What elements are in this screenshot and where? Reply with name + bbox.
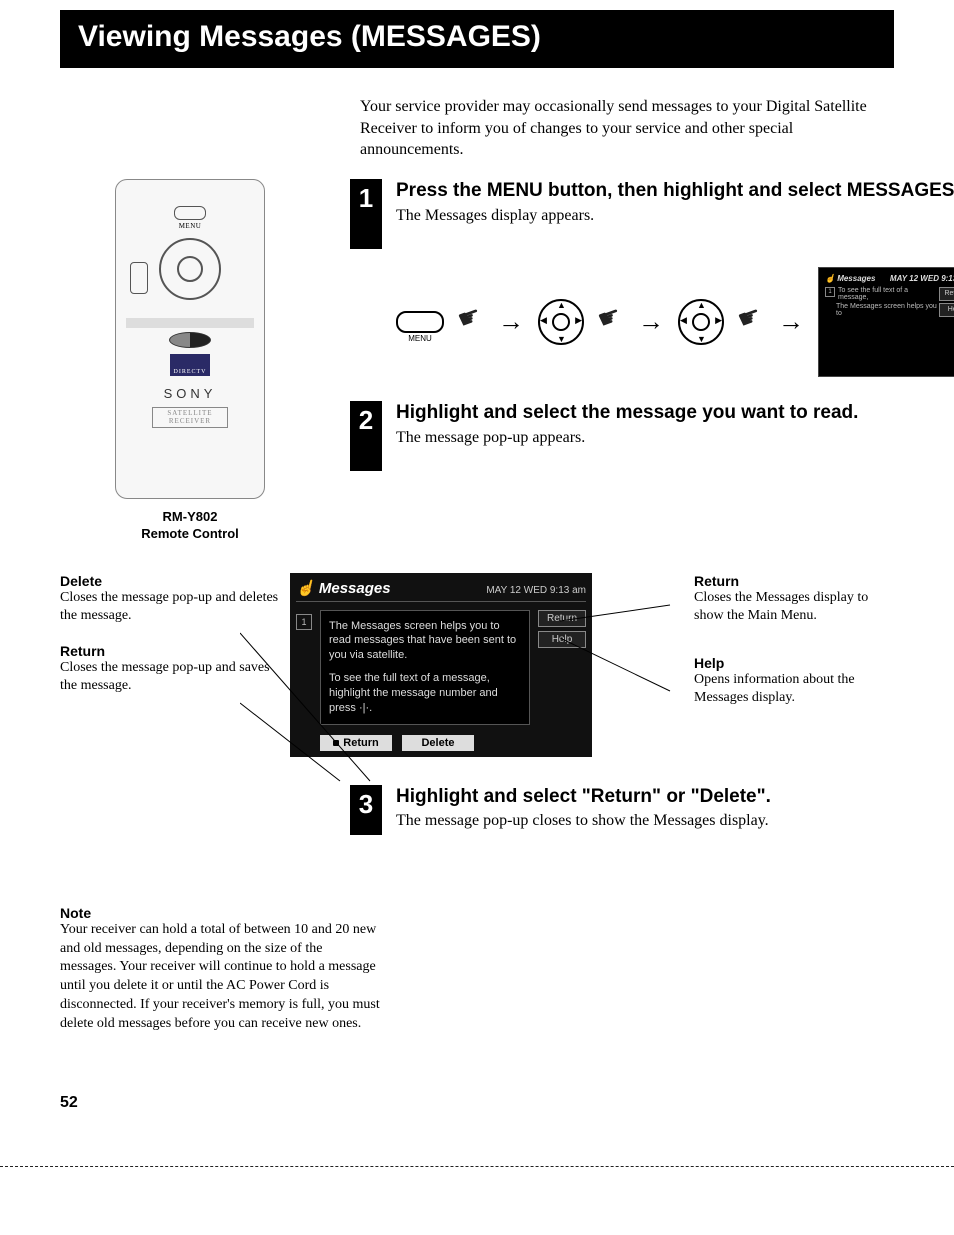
- mini-help-button: Help: [939, 303, 954, 317]
- step-1: 1 Press the MENU button, then highlight …: [350, 179, 954, 249]
- intro-paragraph: Your service provider may occasionally s…: [360, 96, 894, 161]
- step-1-title: Press the MENU button, then highlight an…: [396, 179, 954, 203]
- remote-sat-badge: SATELLITE RECEIVER: [152, 407, 228, 428]
- directv-logo: DIRECTV: [170, 354, 210, 376]
- arrow-icon: →: [638, 306, 664, 337]
- popup-delete-softkey: Delete: [402, 735, 474, 751]
- step-3-title: Highlight and select "Return" or "Delete…: [396, 785, 894, 809]
- arrow-icon: →: [498, 306, 524, 337]
- remote-dpad: [159, 238, 221, 300]
- hand-icon: [738, 309, 764, 335]
- remote-caption: Remote Control: [60, 526, 320, 543]
- note-title: Note: [60, 905, 380, 921]
- menu-button-icon: [396, 311, 444, 333]
- remote-model: RM-Y802: [60, 509, 320, 526]
- remote-menu-button: [174, 206, 206, 220]
- remote-control-image: MENU DIRECTV SONY SATELLITE RECEIVER: [115, 179, 265, 499]
- sony-logo: SONY: [116, 386, 264, 401]
- arrow-icon: →: [778, 306, 804, 337]
- messages-screen-thumbnail: ☝ Messages MAY 12 WED 9:13 am Return 1To…: [818, 267, 954, 377]
- step-1-subtext: The Messages display appears.: [396, 207, 954, 225]
- hand-icon: [458, 309, 484, 335]
- dpad-icon: ▲▼◀▶: [538, 299, 584, 345]
- dpad-select-icon: ▲▼◀▶: [678, 299, 724, 345]
- remote-menu-label: MENU: [116, 222, 264, 230]
- leader-line: [560, 633, 680, 703]
- step-3: 3 Highlight and select "Return" or "Dele…: [350, 785, 894, 835]
- page-number: 52: [60, 1094, 894, 1112]
- step-2-subtext: The message pop-up appears.: [396, 429, 954, 447]
- leader-line: [240, 693, 350, 793]
- step-2: 2 Highlight and select the message you w…: [350, 401, 954, 471]
- step-1-flow-diagram: → ▲▼◀▶ → ▲▼◀▶ → ☝ Messages MAY 12 WED 9:…: [396, 267, 954, 377]
- step-3-subtext: The message pop-up closes to show the Me…: [396, 812, 894, 830]
- note-block: Note Your receiver can hold a total of b…: [60, 905, 380, 1034]
- step-number-2: 2: [350, 401, 382, 471]
- callout-return-right: Return Closes the Messages display to sh…: [694, 573, 894, 625]
- remote-power-button: [169, 332, 211, 348]
- bottom-rule: [0, 1166, 954, 1167]
- remote-vol-rocker: [130, 262, 148, 294]
- step-2-title: Highlight and select the message you wan…: [396, 401, 954, 425]
- mini-return-button: Return: [939, 287, 954, 301]
- callout-delete: Delete Closes the message pop-up and del…: [60, 573, 280, 625]
- hand-icon: [598, 309, 624, 335]
- page-title: Viewing Messages (MESSAGES): [60, 10, 894, 68]
- callout-help: Help Opens information about the Message…: [694, 655, 894, 707]
- step-number-1: 1: [350, 179, 382, 249]
- note-body: Your receiver can hold a total of betwee…: [60, 921, 380, 1034]
